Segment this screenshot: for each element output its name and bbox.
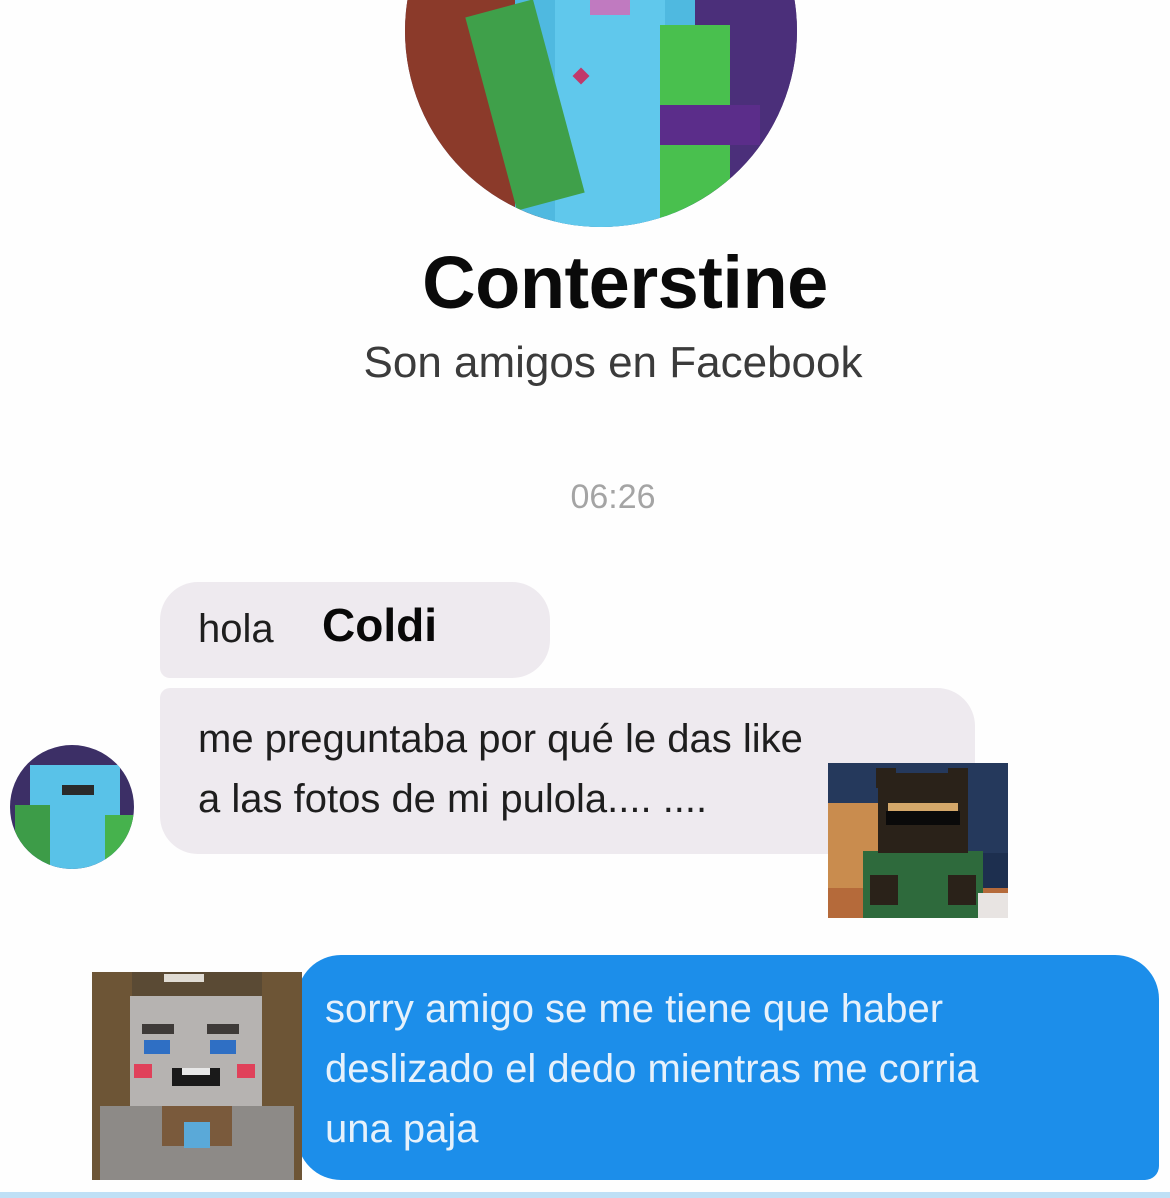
sender-avatar-arm [105,815,134,869]
message-timestamp: 06:26 [570,478,656,516]
avatar-character-strap [660,105,760,145]
character-ear [948,768,968,788]
character-sunglasses [886,811,960,825]
message-text-line: me preguntaba por qué le das like [198,717,803,761]
message-text-line: sorry amigo se me tiene que haber [325,987,944,1031]
character-cheek [237,1064,255,1078]
bottom-divider [0,1192,1170,1198]
character-hand [948,875,976,905]
character-eye [144,1040,170,1054]
character-ear [876,768,896,788]
message-text: hola [198,607,274,651]
image-table [978,893,1008,918]
character-cheek [134,1064,152,1078]
character-eyebrow [207,1024,239,1034]
character-hand [870,875,898,905]
message-name-overlay: Coldi [322,599,437,651]
message-text-line: una paja [325,1107,479,1151]
profile-avatar[interactable] [405,0,797,227]
message-text-line: a las fotos de mi pulola.... .... [198,777,708,821]
character-eyebrow [142,1024,174,1034]
image-hud-text [164,974,204,982]
character-eye [210,1040,236,1054]
fox-character-image [828,763,1008,918]
contact-name: Conterstine [422,241,828,324]
character-teeth [182,1068,210,1075]
incoming-message-bubble[interactable]: hola Coldi [160,582,550,678]
avatar-character-face [590,0,630,15]
message-text-line: deslizado el dedo mientras me corria [325,1047,979,1091]
sender-avatar-eyes [62,785,94,795]
skull-character-image [92,972,302,1180]
sender-avatar-arm [15,805,50,865]
friendship-note: Son amigos en Facebook [363,338,863,387]
character-badge [184,1122,210,1148]
sender-avatar[interactable] [10,745,134,869]
outgoing-message-bubble[interactable]: sorry amigo se me tiene que haber desliz… [297,955,1159,1180]
